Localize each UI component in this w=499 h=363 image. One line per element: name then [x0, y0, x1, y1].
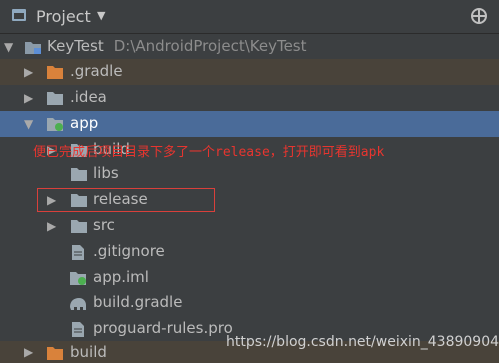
tree-row-idea[interactable]: ▶ .idea — [0, 85, 499, 111]
module-folder-icon — [25, 42, 41, 54]
module-folder-icon — [47, 118, 63, 131]
panel-title[interactable]: Project — [36, 7, 91, 26]
collapsed-arrow-icon[interactable]: ▶ — [47, 219, 56, 233]
tree-row-app[interactable]: ▼ app — [0, 111, 499, 137]
folder-icon — [47, 92, 63, 105]
tree-item-label: app — [70, 114, 99, 132]
annotation-text: 便已完成后项目目录下多了一个release，打开即可看到apk — [33, 145, 385, 160]
module-file-icon — [70, 272, 86, 285]
tree-item-label: libs — [93, 164, 119, 182]
tree-row-src[interactable]: ▶ src — [0, 213, 499, 239]
project-window-icon — [12, 9, 26, 21]
tree-item-label: build — [70, 343, 107, 361]
tree-row-app-iml[interactable]: app.iml — [0, 265, 499, 291]
tree-row-gitignore[interactable]: .gitignore — [0, 239, 499, 265]
folder-icon — [71, 168, 87, 181]
project-path: D:\AndroidProject\KeyTest — [113, 37, 307, 55]
tree-row-libs[interactable]: libs — [0, 161, 499, 187]
tree-row-gradle[interactable]: ▶ .gradle — [0, 59, 499, 85]
watermark-text: https://blog.csdn.net/weixin_43890904 — [226, 334, 499, 350]
expanded-arrow-icon[interactable]: ▼ — [24, 117, 33, 131]
tree-row-build-gradle[interactable]: build.gradle — [0, 290, 499, 316]
collapsed-arrow-icon[interactable]: ▶ — [24, 91, 33, 105]
view-dropdown-icon[interactable]: ▼ — [97, 9, 105, 22]
folder-icon — [71, 220, 87, 233]
text-file-icon — [72, 322, 84, 337]
tree-item-label: .gradle — [70, 62, 123, 80]
collapsed-arrow-icon[interactable]: ▶ — [24, 345, 33, 359]
crosshair-icon[interactable] — [470, 7, 488, 25]
project-panel-header: Project ▼ — [0, 0, 499, 34]
collapsed-arrow-icon[interactable]: ▶ — [24, 65, 33, 79]
excluded-folder-icon — [47, 347, 63, 360]
tree-row-keytest[interactable]: ▼ KeyTest D:\AndroidProject\KeyTest — [0, 34, 499, 60]
excluded-folder-icon — [47, 66, 63, 79]
expanded-arrow-icon[interactable]: ▼ — [4, 40, 13, 54]
tree-item-label: src — [93, 216, 115, 234]
tree-item-label: build.gradle — [93, 293, 183, 311]
tree-item-label: proguard-rules.pro — [93, 319, 233, 337]
highlight-box — [37, 188, 215, 212]
tree-item-label: KeyTest — [47, 37, 104, 55]
tree-item-label: app.iml — [93, 268, 149, 286]
tree-item-label: .gitignore — [93, 242, 165, 260]
tree-item-label: .idea — [70, 88, 107, 106]
gradle-elephant-icon — [70, 298, 86, 310]
text-file-icon — [72, 245, 84, 260]
